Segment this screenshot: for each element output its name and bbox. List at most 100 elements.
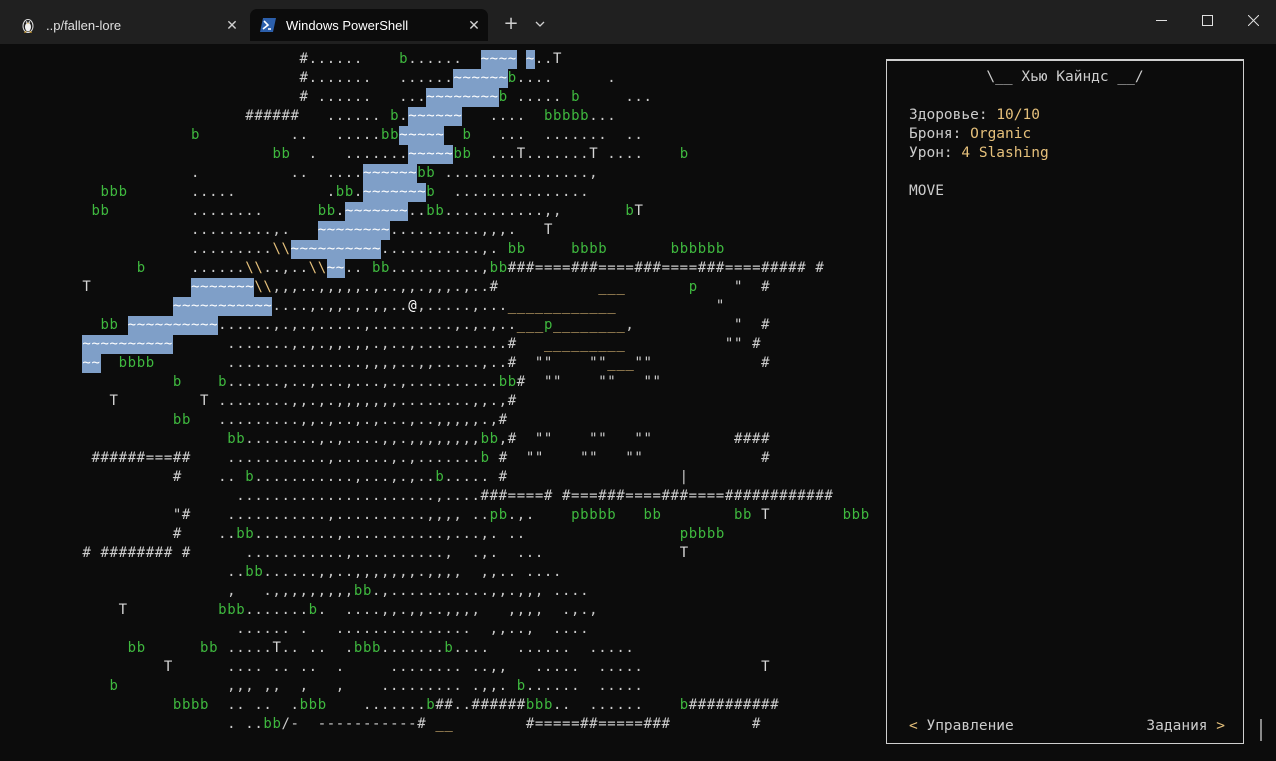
linux-penguin-icon <box>20 17 36 33</box>
map-glyphs: . .. .... <box>10 165 363 181</box>
map-glyphs: b <box>516 678 526 694</box>
tab-close-icon[interactable]: ✕ <box>218 17 246 34</box>
map-glyphs: bb <box>489 260 508 276</box>
map-glyphs: ......,.,.,.....,.........,.,.,.. <box>218 317 517 333</box>
map-glyphs: ~~~~~~~~~~ <box>127 316 219 335</box>
map-glyphs: ..... <box>218 640 273 656</box>
quests-menu-link[interactable]: Задания > <box>1146 718 1225 734</box>
terminal-window: ..p/fallen-lore ✕ Windows PowerShell ✕ + <box>0 0 1276 761</box>
map-glyphs: ....... <box>326 697 427 713</box>
map-glyphs: ........,,.,.,,,,,,,........,,.,# <box>209 393 517 409</box>
new-tab-button[interactable]: + <box>498 11 524 37</box>
map-glyphs: pbbbb <box>679 526 725 542</box>
map-glyphs: ########## <box>688 697 780 713</box>
map-glyphs: .........,...........,...,. .. <box>254 526 680 542</box>
map-glyphs: .. <box>534 51 553 67</box>
map-glyphs: ###### ...... <box>10 108 391 124</box>
tab-close-icon[interactable]: ✕ <box>460 17 488 34</box>
map-glyphs: b <box>136 260 146 276</box>
map-glyphs: b <box>399 51 409 67</box>
map-glyphs: .. <box>344 260 372 276</box>
map-glyphs: ~~~~~~ <box>408 107 463 126</box>
map-glyphs: b <box>571 89 581 105</box>
damage-stat: Урон: 4 Slashing <box>909 145 1049 161</box>
terminal-content[interactable]: #...... b...... ~~~~ ~.. T #....... ......… <box>10 44 1266 750</box>
map-glyphs: ....,.,,.,.,,.. <box>272 298 409 314</box>
map-glyphs: ~~~~~~ <box>362 164 418 183</box>
map-glyphs: ...............,,,,..,,.....,..# "" "" <box>154 355 608 371</box>
map-glyphs: b <box>172 374 182 390</box>
map-glyphs: . ....... <box>290 146 409 162</box>
map-glyphs: bb <box>272 146 291 162</box>
map-glyphs: _________ <box>543 336 626 352</box>
map-glyphs: ....... <box>525 146 590 162</box>
map-glyphs: ................, <box>435 165 599 181</box>
close-window-button[interactable] <box>1230 0 1276 40</box>
map-glyphs: ... <box>589 108 617 124</box>
minimize-button[interactable] <box>1138 0 1184 40</box>
map-glyphs: .. ...... <box>553 697 680 713</box>
health-label: Здоровье: <box>909 107 997 123</box>
map-glyphs: ... <box>580 89 653 105</box>
map-glyphs: bb <box>372 260 391 276</box>
map-glyphs: ##..###### <box>435 697 526 713</box>
map-glyphs: bb <box>480 431 499 447</box>
map-glyphs: .. .. . <box>281 640 354 656</box>
map-glyphs: bb <box>100 317 119 333</box>
scrollbar[interactable] <box>1260 719 1262 741</box>
map-glyphs: ... ....... .. <box>471 127 644 143</box>
map-glyphs: ,.....,... <box>417 298 508 314</box>
map-glyphs: " <box>616 298 725 314</box>
map-glyphs: ......,,..,,,,,,,.,,,, ,,.. .... <box>263 564 562 580</box>
map-glyphs: .........., <box>390 260 490 276</box>
map-glyphs: . <box>353 184 363 200</box>
map-glyphs: ,,, ,, , , ......... .,,. <box>118 678 517 694</box>
map-glyphs: ......... <box>10 241 273 257</box>
map-glyphs: ......,..,...,...,.,.......... <box>227 374 499 390</box>
map-glyphs: bb <box>507 241 526 257</box>
map-glyphs: T <box>679 545 689 561</box>
map-glyphs: #=====##=====### # <box>453 716 762 732</box>
map-glyphs: # .. <box>10 526 237 542</box>
map-glyphs: ###====###====###====###====##### # <box>507 260 825 276</box>
map-glyphs: bbbb <box>571 241 608 257</box>
map-glyphs: b <box>218 374 228 390</box>
map-glyphs: b <box>435 469 445 485</box>
character-name: \__ Хью Кайндс __/ <box>986 69 1144 85</box>
map-glyphs: bb <box>734 507 753 523</box>
tab-windows-powershell[interactable]: Windows PowerShell ✕ <box>250 9 488 41</box>
map-glyphs: # .. <box>10 469 246 485</box>
controls-menu-link[interactable]: < Управление <box>909 718 1014 734</box>
map-glyphs: "" # <box>625 336 762 352</box>
map-glyphs: .... <box>462 108 544 124</box>
health-stat: Здоровье: 10/10 <box>909 107 1040 123</box>
armor-stat: Броня: Organic <box>909 126 1031 142</box>
map-glyphs: ___ <box>516 317 544 333</box>
map-glyphs: # "" "" "" # <box>489 450 771 466</box>
map-glyphs: bb <box>200 640 219 656</box>
tab-dropdown-chevron-icon[interactable] <box>528 11 552 37</box>
map-glyphs: ~~~~~ <box>399 126 445 145</box>
map-glyphs: T <box>272 640 282 656</box>
map-glyphs: . ....,,.,,..,,,, ,,,, .,., <box>317 602 599 618</box>
map-glyphs: bb <box>236 526 255 542</box>
map-glyphs: T <box>163 659 173 675</box>
map-glyphs: b <box>426 697 436 713</box>
map-glyphs: bb <box>127 640 146 656</box>
maximize-button[interactable] <box>1184 0 1230 40</box>
map-glyphs: .. <box>408 203 427 219</box>
map-glyphs: T <box>634 203 644 219</box>
map-glyphs: .,. <box>507 507 572 523</box>
map-glyphs: bb <box>91 203 110 219</box>
map-glyphs: ~~~~~ <box>408 145 454 164</box>
map-glyphs: b <box>679 146 689 162</box>
map-glyphs: ~~~~~~~ <box>191 278 255 297</box>
map-glyphs: b <box>507 70 517 86</box>
map-glyphs: bbb <box>218 602 246 618</box>
tab-fallen-lore[interactable]: ..p/fallen-lore ✕ <box>10 9 246 41</box>
map-glyphs: ..... . <box>127 184 336 200</box>
map-glyphs: ~ <box>525 50 535 69</box>
map-glyphs: bb <box>643 507 662 523</box>
map-glyphs: bb <box>335 184 354 200</box>
map-glyphs: ~~ <box>326 259 345 278</box>
